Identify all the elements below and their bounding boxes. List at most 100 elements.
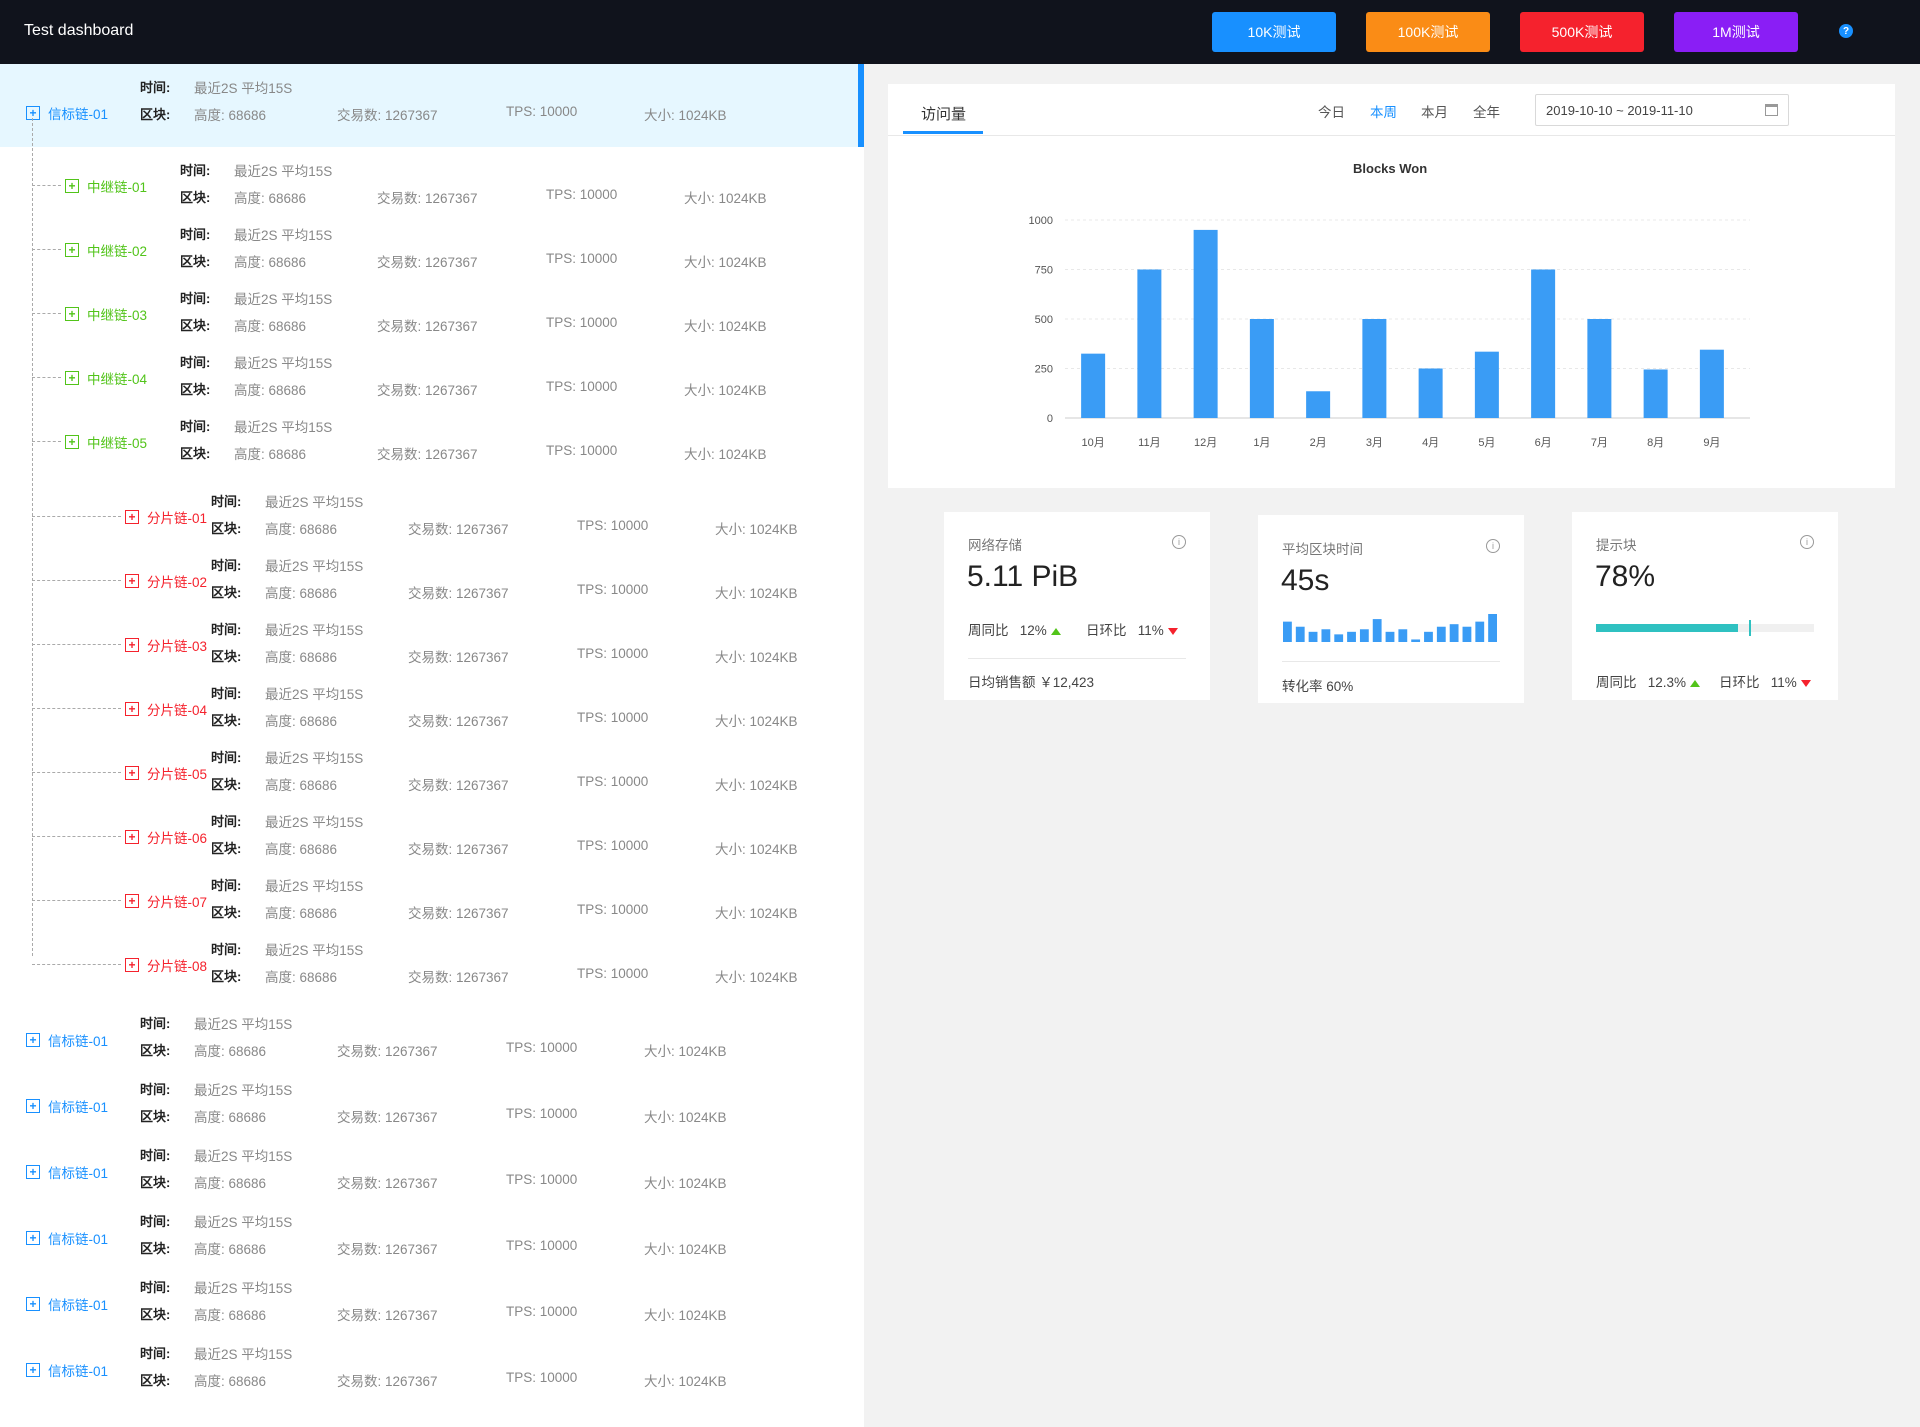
expand-icon[interactable]: +: [26, 1297, 40, 1311]
bar[interactable]: [1362, 319, 1387, 418]
shard-chain-node[interactable]: + 分片链-06: [125, 827, 207, 847]
expand-icon[interactable]: +: [65, 307, 79, 321]
arrow-up-icon: [1690, 679, 1701, 687]
bar[interactable]: [1193, 229, 1218, 418]
shard-chain-label: 分片链-04: [147, 703, 208, 718]
expand-icon[interactable]: +: [65, 435, 79, 449]
expand-icon[interactable]: +: [125, 958, 139, 972]
tps-value: TPS: 10000: [577, 774, 649, 789]
block-size: 大小: 1024KB: [715, 842, 798, 857]
expand-icon[interactable]: +: [26, 1033, 40, 1047]
expand-icon[interactable]: +: [125, 510, 139, 524]
test-500k-button[interactable]: 500K测试: [1520, 12, 1644, 52]
mini-bar: [1411, 639, 1421, 642]
expand-icon[interactable]: +: [65, 371, 79, 385]
bar[interactable]: [1306, 391, 1331, 418]
beacon-chain-node[interactable]: + 信标链-01: [26, 1228, 108, 1248]
period-week[interactable]: 本周: [1370, 101, 1397, 121]
x-tick-label: 12月: [1194, 437, 1217, 449]
bar[interactable]: [1699, 349, 1724, 418]
beacon-chain-label: 信标链-01: [48, 1034, 109, 1049]
shard-chain-node[interactable]: + 分片链-07: [125, 891, 207, 911]
shard-chain-node[interactable]: + 分片链-04: [125, 699, 207, 719]
bar[interactable]: [1249, 319, 1274, 418]
mini-bar: [1398, 629, 1408, 642]
expand-icon[interactable]: +: [125, 574, 139, 588]
expand-icon[interactable]: +: [65, 243, 79, 257]
help-icon[interactable]: ?: [1839, 24, 1853, 38]
tps-value: TPS: 10000: [577, 582, 649, 597]
relay-chain-node[interactable]: + 中继链-03: [65, 304, 147, 324]
metric-storage-value: 5.11 PiB: [967, 560, 1079, 593]
time-value: 最近2S 平均15S: [265, 751, 364, 766]
expand-icon[interactable]: +: [26, 105, 40, 120]
bar[interactable]: [1531, 269, 1556, 419]
period-year[interactable]: 全年: [1473, 101, 1500, 121]
period-month[interactable]: 本月: [1421, 101, 1448, 121]
beacon-chain-node[interactable]: + 信标链-01: [26, 1294, 108, 1314]
bar[interactable]: [1081, 353, 1106, 418]
expand-icon[interactable]: +: [125, 766, 139, 780]
relay-chain-node[interactable]: + 中继链-04: [65, 368, 147, 388]
relay-chain-node[interactable]: + 中继链-01: [65, 176, 147, 196]
expand-icon[interactable]: +: [125, 638, 139, 652]
beacon-chain-node[interactable]: + 信标链-01: [26, 1360, 108, 1380]
block-height: 高度: 68686: [234, 191, 307, 206]
bar[interactable]: [1418, 368, 1443, 419]
info-icon[interactable]: i: [1172, 535, 1186, 549]
time-label: 时间:: [140, 1346, 171, 1361]
bar[interactable]: [1587, 319, 1612, 418]
beacon-chain-node[interactable]: + 信标链-01: [26, 1162, 108, 1182]
shard-chain-label: 分片链-06: [147, 831, 208, 846]
shard-chain-node[interactable]: + 分片链-02: [125, 571, 207, 591]
relay-chain-node[interactable]: + 中继链-02: [65, 240, 147, 260]
tree-connector: [32, 900, 121, 901]
relay-chain-node[interactable]: + 中继链-05: [65, 432, 147, 452]
dod-label: 日环比: [1086, 623, 1127, 638]
bar[interactable]: [1474, 351, 1499, 418]
time-label: 时间:: [140, 1082, 171, 1097]
beacon-chain-node[interactable]: + 信标链-01: [26, 103, 108, 123]
expand-icon[interactable]: +: [26, 1363, 40, 1377]
tx-count: 交易数: 1267367: [377, 447, 478, 462]
shard-chain-node[interactable]: + 分片链-01: [125, 507, 207, 527]
block-size: 大小: 1024KB: [684, 383, 767, 398]
x-tick-label: 3月: [1366, 437, 1383, 449]
date-range-picker[interactable]: 2019-10-10 ~ 2019-11-10: [1535, 94, 1789, 126]
expand-icon[interactable]: +: [26, 1165, 40, 1179]
shard-chain-node[interactable]: + 分片链-03: [125, 635, 207, 655]
tree-connector: [32, 249, 61, 250]
test-1m-button[interactable]: 1M测试: [1674, 12, 1798, 52]
block-size: 大小: 1024KB: [644, 1176, 727, 1191]
info-icon[interactable]: i: [1486, 539, 1500, 553]
bar[interactable]: [1643, 369, 1668, 418]
metric-storage-footer: 日均销售额 ￥12,423: [968, 675, 1095, 690]
tree-connector: [32, 644, 121, 645]
test-10k-button[interactable]: 10K测试: [1212, 12, 1336, 52]
time-value: 最近2S 平均15S: [234, 292, 333, 307]
shard-chain-node[interactable]: + 分片链-08: [125, 955, 207, 975]
expand-icon[interactable]: +: [125, 702, 139, 716]
info-icon[interactable]: i: [1800, 535, 1814, 549]
top-bar: Test dashboard 10K测试 100K测试 500K测试 1M测试 …: [0, 0, 1920, 64]
shard-chain-node[interactable]: + 分片链-05: [125, 763, 207, 783]
expand-icon[interactable]: +: [26, 1099, 40, 1113]
app-title: Test dashboard: [24, 22, 134, 39]
tab-visits[interactable]: 访问量: [921, 103, 966, 124]
beacon-chain-node[interactable]: + 信标链-01: [26, 1030, 108, 1050]
expand-icon[interactable]: +: [26, 1231, 40, 1245]
card-header-divider: [888, 135, 1895, 136]
test-100k-button[interactable]: 100K测试: [1366, 12, 1490, 52]
dod-label: 日环比: [1719, 675, 1760, 690]
expand-icon[interactable]: +: [65, 179, 79, 193]
block-size: 大小: 1024KB: [684, 191, 767, 206]
time-value: 最近2S 平均15S: [194, 1215, 293, 1230]
bar[interactable]: [1137, 269, 1162, 419]
block-label: 区块:: [140, 1109, 171, 1124]
tree-connector: [32, 377, 61, 378]
expand-icon[interactable]: +: [125, 894, 139, 908]
expand-icon[interactable]: +: [125, 830, 139, 844]
period-today[interactable]: 今日: [1318, 101, 1345, 121]
beacon-chain-node[interactable]: + 信标链-01: [26, 1096, 108, 1116]
block-label: 区块:: [211, 521, 242, 536]
